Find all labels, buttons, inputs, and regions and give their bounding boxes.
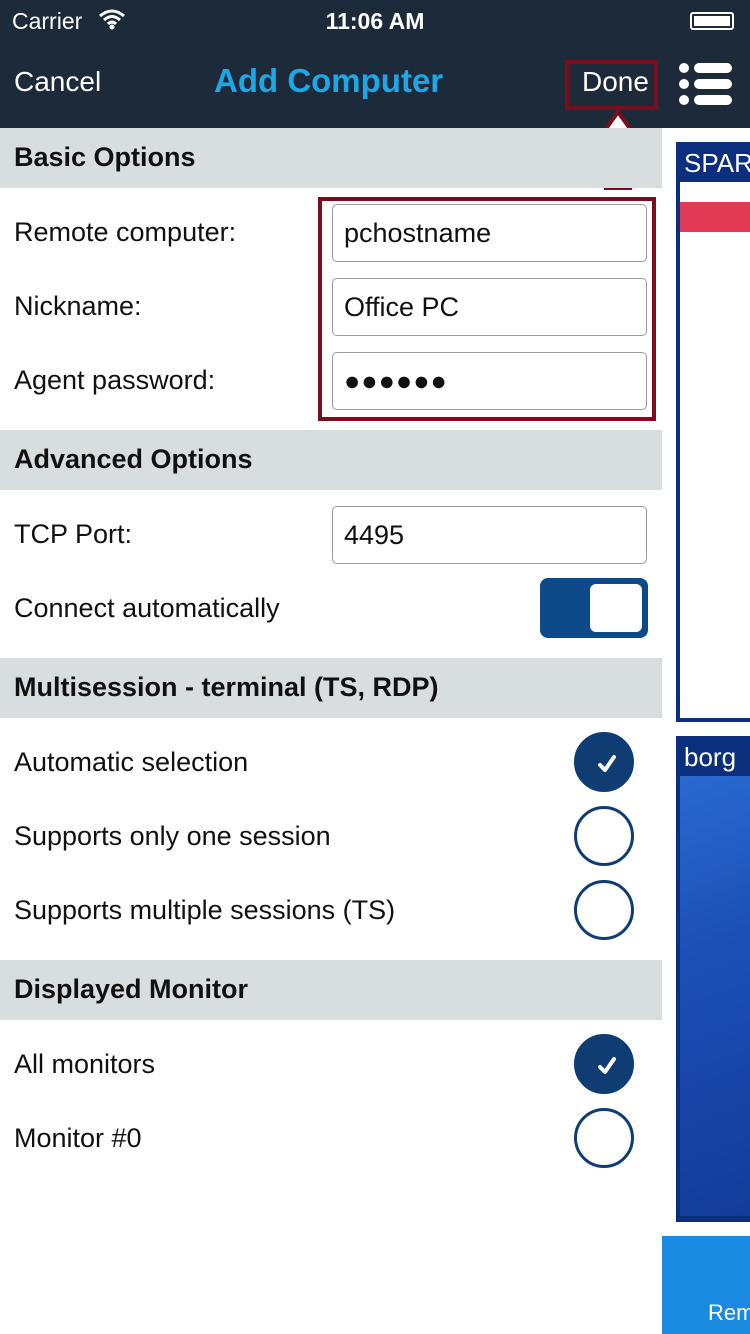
remote-computer-label: Remote computer:: [14, 217, 237, 247]
tcp-port-input[interactable]: [332, 506, 647, 564]
thumbnail-screen-bar: [680, 202, 750, 232]
thumbnail-screen: [680, 776, 750, 1216]
nickname-label: Nickname:: [14, 291, 142, 321]
computer-name: borg: [684, 742, 737, 772]
connect-automatically-toggle[interactable]: [540, 578, 648, 638]
section-title: Basic Options: [14, 142, 196, 172]
battery-icon: [690, 12, 734, 30]
one-session-radio[interactable]: [574, 806, 634, 866]
monitor-0-label: Monitor #0: [14, 1123, 142, 1153]
computer-thumbnail-borg[interactable]: borg: [676, 736, 750, 1222]
multiple-sessions-radio[interactable]: [574, 880, 634, 940]
monitor-0-radio[interactable]: [574, 1108, 634, 1168]
computer-name: SPAR: [684, 148, 750, 178]
side-header: [662, 0, 750, 128]
toggle-knob: [590, 584, 642, 632]
check-icon: [598, 755, 616, 772]
multiple-sessions-label: Supports multiple sessions (TS): [14, 895, 396, 925]
section-displayed-monitor: Displayed Monitor: [0, 960, 662, 1020]
one-session-label: Supports only one session: [14, 821, 331, 851]
agent-password-label: Agent password:: [14, 365, 216, 395]
cancel-button[interactable]: Cancel: [14, 66, 101, 98]
section-multisession: Multisession - terminal (TS, RDP): [0, 658, 662, 718]
check-icon: [598, 1057, 616, 1074]
menu-icon[interactable]: [678, 60, 734, 108]
computer-list-panel: SPAR borg Rem: [662, 0, 750, 1334]
thumbnail-screen: [680, 182, 750, 718]
page-title: Add Computer: [214, 62, 444, 99]
section-advanced-options: Advanced Options: [0, 430, 662, 490]
section-title: Advanced Options: [14, 444, 253, 474]
computer-thumbnail-spar[interactable]: SPAR: [676, 142, 750, 722]
section-basic-options: Basic Options: [0, 128, 662, 188]
tcp-port-label: TCP Port:: [14, 519, 133, 549]
section-title: Multisession - terminal (TS, RDP): [14, 672, 439, 702]
all-monitors-label: All monitors: [14, 1049, 156, 1079]
inputs-highlight-box: [318, 197, 656, 421]
side-bottom-button[interactable]: Rem: [662, 1236, 750, 1334]
side-bottom-label: Rem: [708, 1300, 750, 1325]
done-highlight-box: [565, 60, 658, 110]
status-time: 11:06 AM: [325, 8, 425, 34]
all-monitors-radio[interactable]: [574, 1034, 634, 1094]
connect-automatically-label: Connect automatically: [14, 593, 280, 623]
section-title: Displayed Monitor: [14, 974, 249, 1004]
automatic-selection-label: Automatic selection: [14, 747, 249, 777]
add-computer-panel: Carrier Cancel Add Computer Done Basic O…: [0, 0, 662, 1334]
automatic-selection-radio[interactable]: [574, 732, 634, 792]
